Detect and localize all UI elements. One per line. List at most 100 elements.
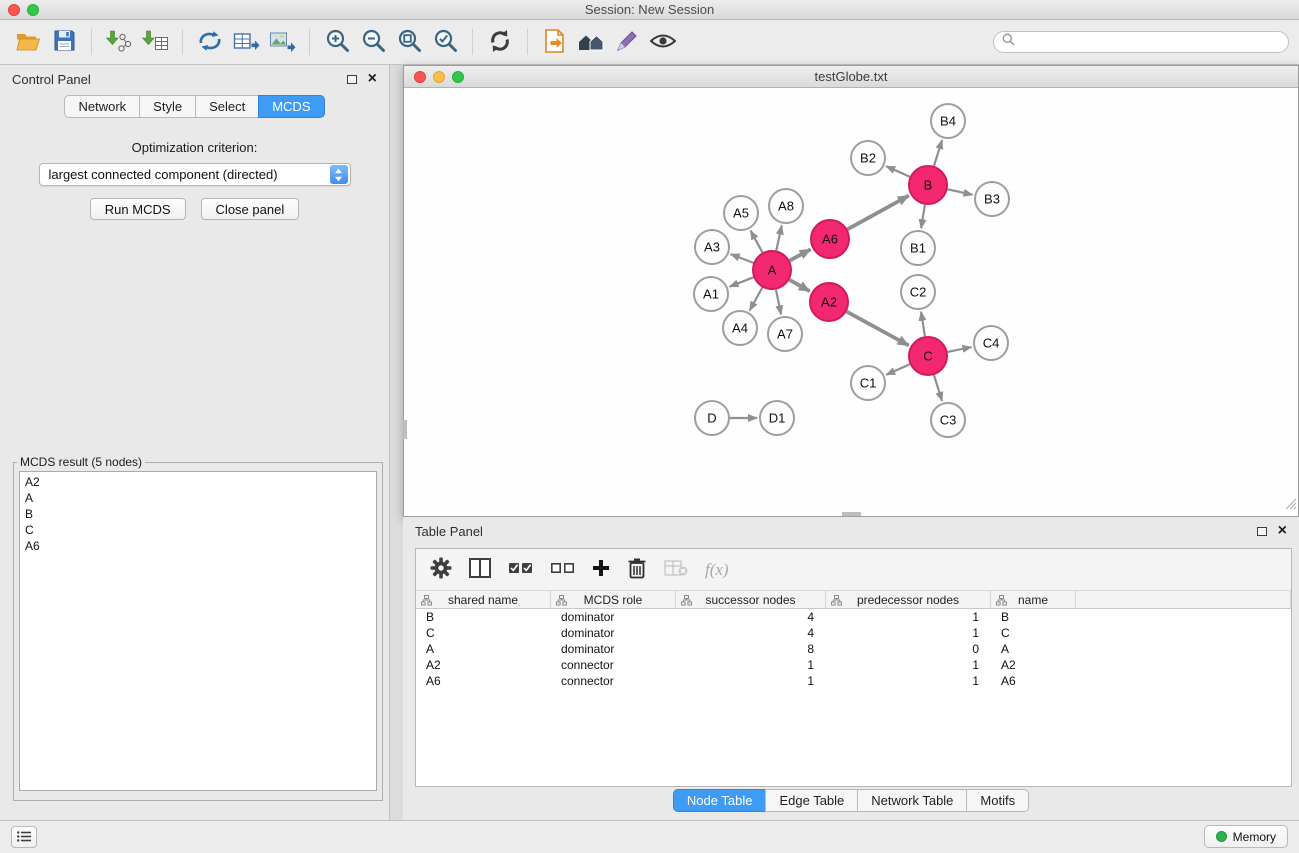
- graph-edge-C-C3[interactable]: [934, 375, 942, 401]
- table-row[interactable]: Adominator80A: [416, 641, 1291, 657]
- graph-node-B2[interactable]: B2: [851, 141, 885, 175]
- column-header-successor-nodes[interactable]: successor nodes: [676, 591, 826, 609]
- table-cell[interactable]: connector: [551, 657, 676, 673]
- network-zoom-button[interactable]: [452, 71, 464, 83]
- search-box[interactable]: [993, 31, 1289, 53]
- tab-style[interactable]: Style: [139, 95, 196, 118]
- memory-button[interactable]: Memory: [1204, 825, 1288, 848]
- float-panel-icon[interactable]: [347, 75, 357, 84]
- table-cell[interactable]: A: [416, 641, 551, 657]
- tab-network[interactable]: Network: [64, 95, 140, 118]
- graph-edge-A-A5[interactable]: [751, 231, 763, 253]
- table-cell[interactable]: C: [416, 625, 551, 641]
- import-table-button[interactable]: [137, 25, 173, 59]
- refresh-view-button[interactable]: [482, 25, 518, 59]
- import-network-button[interactable]: [101, 25, 137, 59]
- select-all-button[interactable]: [508, 560, 533, 579]
- mcds-result-list[interactable]: A2ABCA6: [19, 471, 377, 791]
- table-row[interactable]: A2connector11A2: [416, 657, 1291, 673]
- table-cell[interactable]: 1: [676, 673, 826, 689]
- column-header-name[interactable]: name: [991, 591, 1076, 609]
- splitter-handle-vertical[interactable]: [403, 420, 407, 439]
- column-header-shared-name[interactable]: shared name: [416, 591, 551, 609]
- graph-edge-A-A4[interactable]: [750, 288, 763, 311]
- table-cell[interactable]: 1: [676, 657, 826, 673]
- graph-node-A1[interactable]: A1: [694, 277, 728, 311]
- delete-column-button[interactable]: [627, 557, 647, 582]
- table-cell[interactable]: 1: [826, 673, 991, 689]
- show-details-button[interactable]: [645, 25, 681, 59]
- home-button[interactable]: [573, 25, 609, 59]
- table-cell[interactable]: A2: [416, 657, 551, 673]
- network-canvas[interactable]: B4B2BB3A5A8A6B1A3AC2A1A2A4A7C4CC1C3DD1: [404, 88, 1298, 516]
- table-cell[interactable]: 1: [826, 609, 991, 625]
- close-window-button[interactable]: [8, 4, 20, 16]
- table-row[interactable]: Bdominator41B: [416, 609, 1291, 625]
- network-graph[interactable]: B4B2BB3A5A8A6B1A3AC2A1A2A4A7C4CC1C3DD1: [404, 88, 1298, 517]
- table-cell[interactable]: A2: [991, 657, 1076, 673]
- network-close-button[interactable]: [414, 71, 426, 83]
- table-cell[interactable]: A: [991, 641, 1076, 657]
- graph-node-D[interactable]: D: [695, 401, 729, 435]
- table-cell[interactable]: A6: [991, 673, 1076, 689]
- graph-node-B[interactable]: B: [909, 166, 947, 204]
- graph-node-C1[interactable]: C1: [851, 366, 885, 400]
- graph-edge-B-B2[interactable]: [886, 166, 910, 177]
- show-panels-button[interactable]: [11, 826, 37, 848]
- graph-node-A6[interactable]: A6: [811, 220, 849, 258]
- graph-node-C[interactable]: C: [909, 337, 947, 375]
- run-mcds-button[interactable]: Run MCDS: [90, 198, 186, 220]
- graph-node-A4[interactable]: A4: [723, 311, 757, 345]
- tab-motifs[interactable]: Motifs: [966, 789, 1029, 812]
- table-settings-button[interactable]: [430, 557, 452, 582]
- tab-network-table[interactable]: Network Table: [857, 789, 967, 812]
- criterion-dropdown[interactable]: largest connected component (directed): [39, 163, 351, 186]
- node-attribute-table[interactable]: shared nameMCDS rolesuccessor nodesprede…: [416, 591, 1291, 689]
- graph-edge-A-A3[interactable]: [731, 254, 754, 263]
- mcds-result-item[interactable]: A2: [25, 474, 371, 490]
- table-cell[interactable]: 1: [826, 657, 991, 673]
- graph-edge-A6-B[interactable]: [848, 196, 909, 230]
- zoom-fit-button[interactable]: [391, 25, 427, 59]
- close-panel-button[interactable]: Close panel: [201, 198, 300, 220]
- export-network-button[interactable]: [192, 25, 228, 59]
- graph-node-B1[interactable]: B1: [901, 231, 935, 265]
- network-window-titlebar[interactable]: testGlobe.txt: [404, 66, 1298, 88]
- table-row[interactable]: Cdominator41C: [416, 625, 1291, 641]
- float-table-panel-icon[interactable]: [1257, 527, 1267, 536]
- tab-select[interactable]: Select: [195, 95, 259, 118]
- tab-edge-table[interactable]: Edge Table: [765, 789, 858, 812]
- deselect-all-button[interactable]: [550, 560, 575, 579]
- tab-node-table[interactable]: Node Table: [673, 789, 767, 812]
- table-cell[interactable]: dominator: [551, 625, 676, 641]
- zoom-out-button[interactable]: [355, 25, 391, 59]
- graph-edge-A-A2[interactable]: [789, 280, 809, 291]
- save-session-button[interactable]: [46, 25, 82, 59]
- graph-edge-B-B4[interactable]: [934, 140, 942, 166]
- node-table[interactable]: shared nameMCDS rolesuccessor nodesprede…: [416, 591, 1291, 786]
- apply-style-button[interactable]: [609, 25, 645, 59]
- zoom-window-button[interactable]: [27, 4, 39, 16]
- mcds-result-item[interactable]: C: [25, 522, 371, 538]
- zoom-in-button[interactable]: [319, 25, 355, 59]
- graph-edge-C-C4[interactable]: [948, 347, 972, 352]
- graph-node-C2[interactable]: C2: [901, 275, 935, 309]
- graph-node-A8[interactable]: A8: [769, 189, 803, 223]
- graph-edge-B-B3[interactable]: [948, 189, 973, 194]
- add-column-button[interactable]: [592, 559, 610, 580]
- close-panel-icon[interactable]: ×: [368, 73, 377, 85]
- network-minimize-button[interactable]: [433, 71, 445, 83]
- zoom-selected-button[interactable]: [427, 25, 463, 59]
- close-table-panel-icon[interactable]: ×: [1278, 525, 1287, 537]
- table-cell[interactable]: B: [991, 609, 1076, 625]
- open-session-button[interactable]: [10, 25, 46, 59]
- table-row[interactable]: A6connector11A6: [416, 673, 1291, 689]
- table-cell[interactable]: 4: [676, 609, 826, 625]
- table-cell[interactable]: 4: [676, 625, 826, 641]
- graph-edge-B-B1[interactable]: [921, 205, 925, 228]
- mcds-result-item[interactable]: B: [25, 506, 371, 522]
- graph-node-A3[interactable]: A3: [695, 230, 729, 264]
- graph-edge-A-A6[interactable]: [790, 249, 811, 260]
- table-cell[interactable]: dominator: [551, 641, 676, 657]
- graph-edge-C-C2[interactable]: [921, 312, 925, 336]
